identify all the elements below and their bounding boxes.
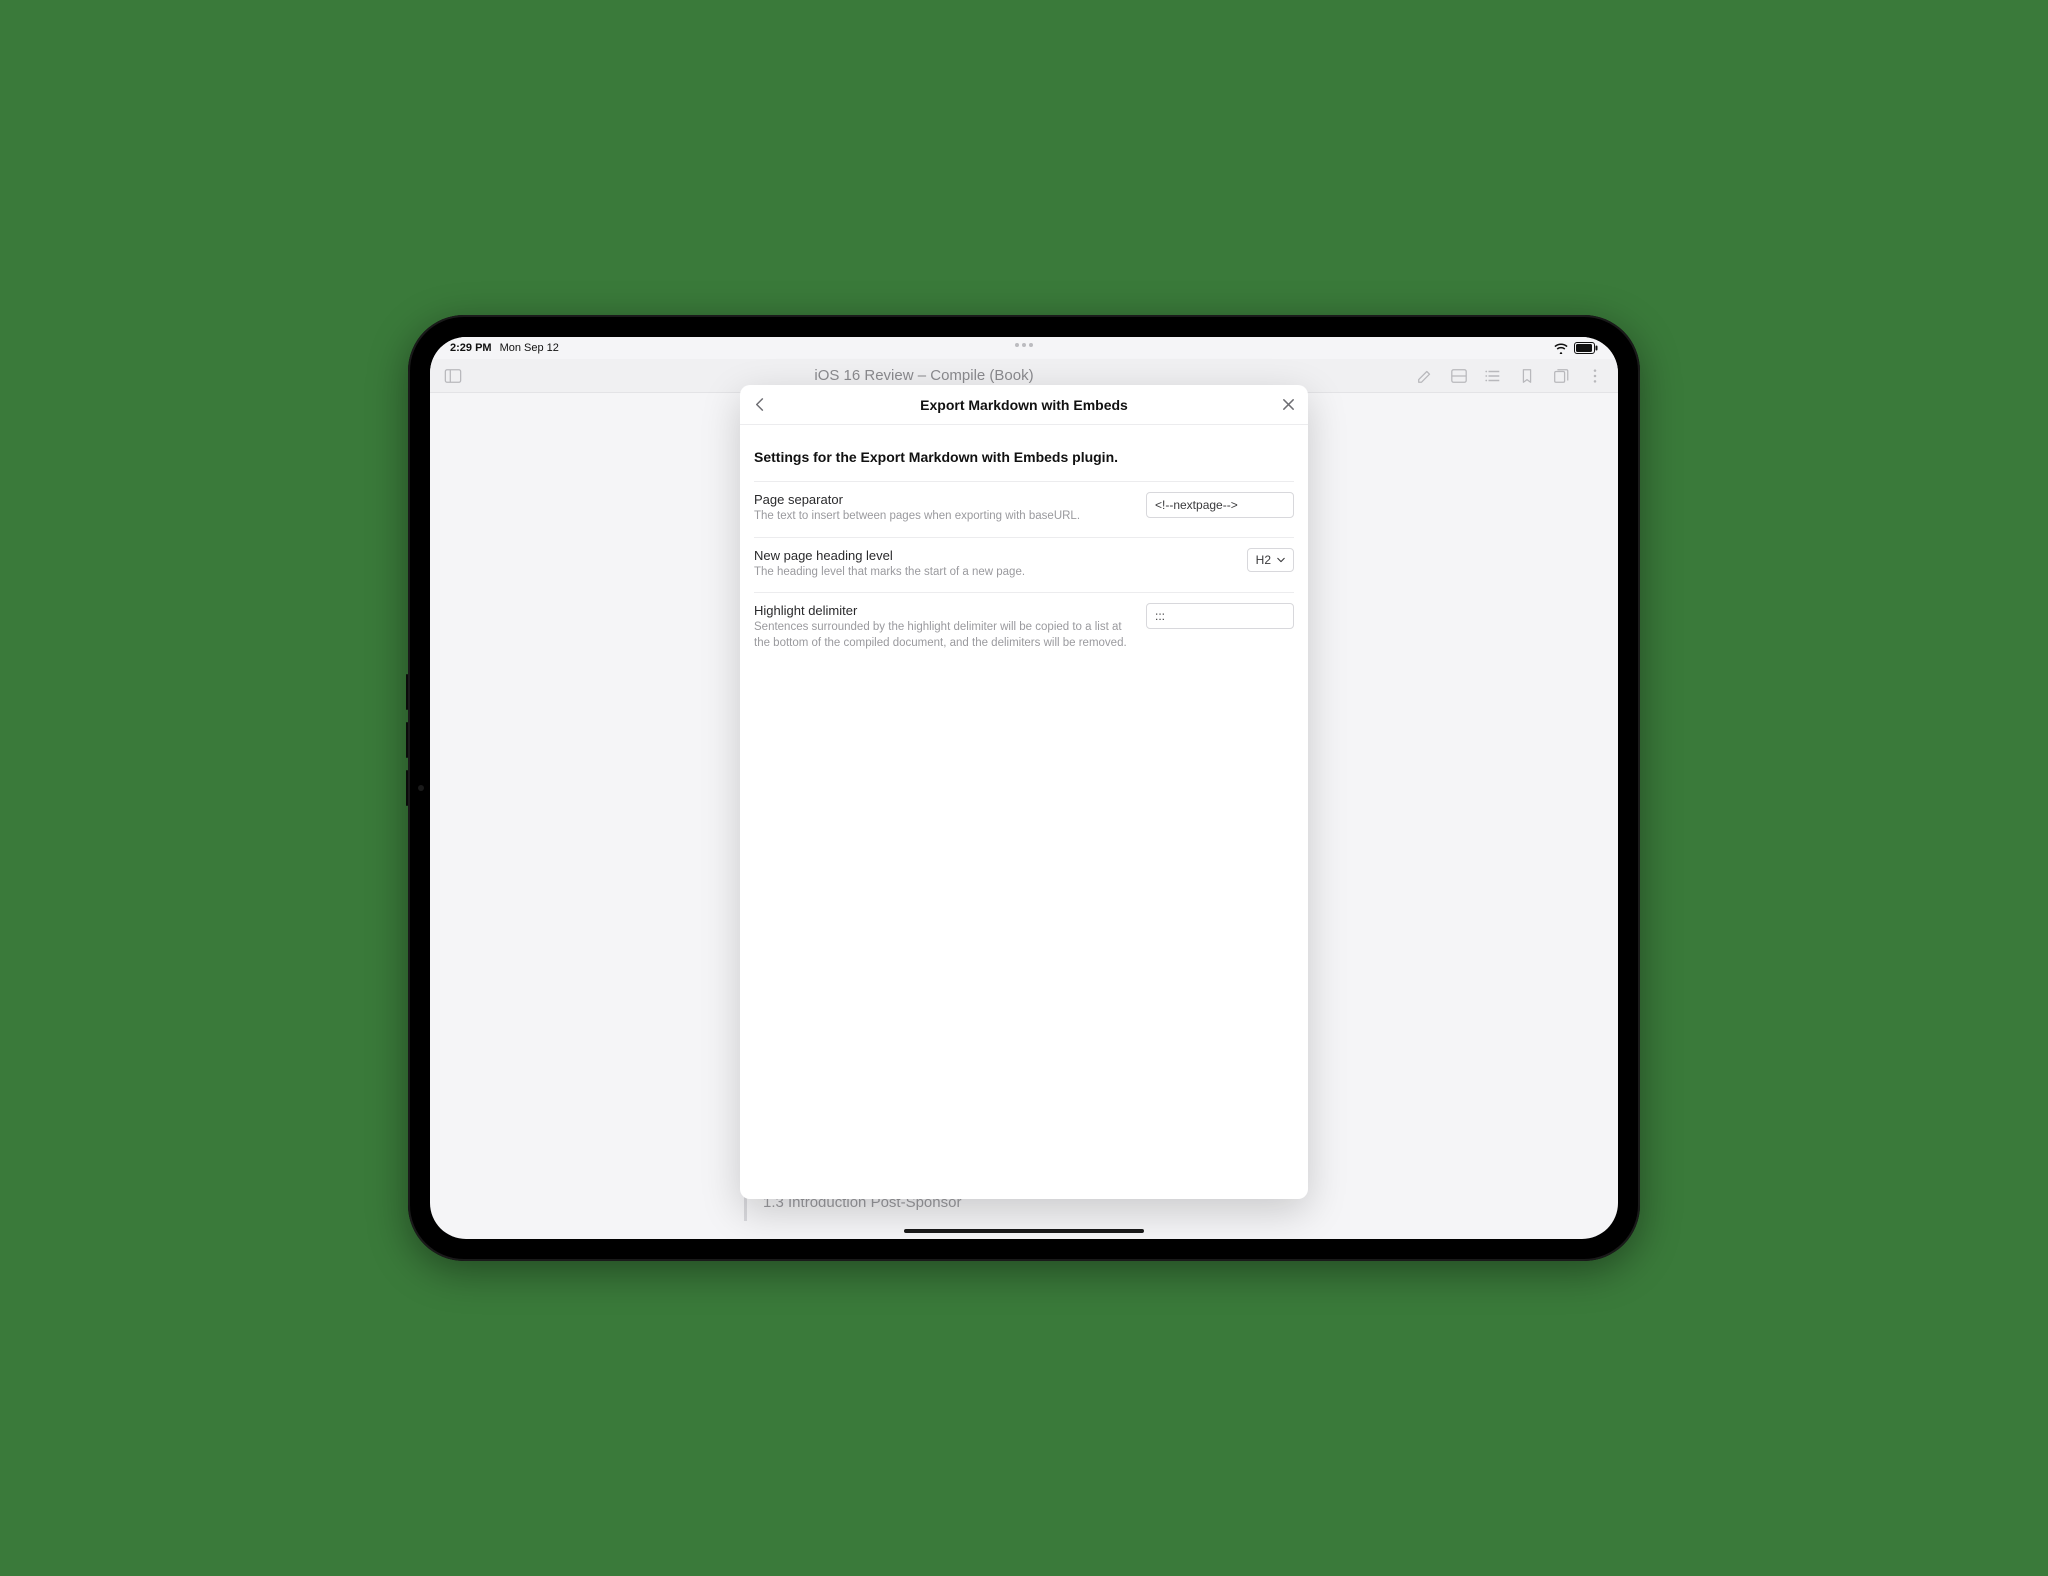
camera-dot: [418, 785, 424, 791]
row-page-separator: Page separator The text to insert betwee…: [754, 481, 1294, 537]
row-highlight-delimiter: Highlight delimiter Sentences surrounded…: [754, 592, 1294, 663]
status-date: Mon Sep 12: [500, 342, 559, 354]
battery-icon: [1574, 342, 1598, 354]
bookmark-icon[interactable]: [1518, 367, 1536, 385]
ipad-frame: 2:29 PM Mon Sep 12 iOS 16 Review – Comp: [408, 315, 1640, 1261]
page-separator-sub: The text to insert between pages when ex…: [754, 509, 1132, 525]
heading-level-select[interactable]: H2: [1247, 548, 1294, 572]
row-heading-level: New page heading level The heading level…: [754, 537, 1294, 593]
wifi-icon: [1554, 343, 1568, 354]
sheet-body: Settings for the Export Markdown with Em…: [740, 425, 1308, 663]
close-button[interactable]: [1268, 385, 1308, 424]
document-title: iOS 16 Review – Compile (Book): [430, 367, 1518, 384]
screen: 2:29 PM Mon Sep 12 iOS 16 Review – Comp: [430, 337, 1618, 1239]
list-icon[interactable]: [1484, 367, 1502, 385]
status-time: 2:29 PM: [450, 342, 492, 354]
settings-sheet: Export Markdown with Embeds Settings for…: [740, 385, 1308, 1199]
sheet-title: Export Markdown with Embeds: [920, 397, 1128, 413]
highlight-delimiter-sub: Sentences surrounded by the highlight de…: [754, 620, 1132, 651]
page-separator-label: Page separator: [754, 492, 1132, 507]
heading-level-sub: The heading level that marks the start o…: [754, 565, 1134, 581]
side-buttons: [406, 674, 408, 710]
status-bar: 2:29 PM Mon Sep 12: [430, 337, 1618, 359]
heading-level-label: New page heading level: [754, 548, 1233, 563]
cards-icon[interactable]: [1552, 367, 1570, 385]
highlight-delimiter-label: Highlight delimiter: [754, 603, 1132, 618]
back-button[interactable]: [740, 385, 780, 424]
more-icon[interactable]: [1586, 367, 1604, 385]
sheet-header: Export Markdown with Embeds: [740, 385, 1308, 425]
edit-icon[interactable]: [1416, 367, 1434, 385]
highlight-delimiter-input[interactable]: [1146, 603, 1294, 629]
home-indicator[interactable]: [904, 1229, 1144, 1233]
page-separator-input[interactable]: [1146, 492, 1294, 518]
chevron-down-icon: [1277, 556, 1285, 564]
multitask-dots-icon[interactable]: [1015, 343, 1033, 347]
sheet-description: Settings for the Export Markdown with Em…: [754, 443, 1294, 481]
heading-level-value: H2: [1256, 553, 1271, 567]
panel-icon[interactable]: [1450, 367, 1468, 385]
